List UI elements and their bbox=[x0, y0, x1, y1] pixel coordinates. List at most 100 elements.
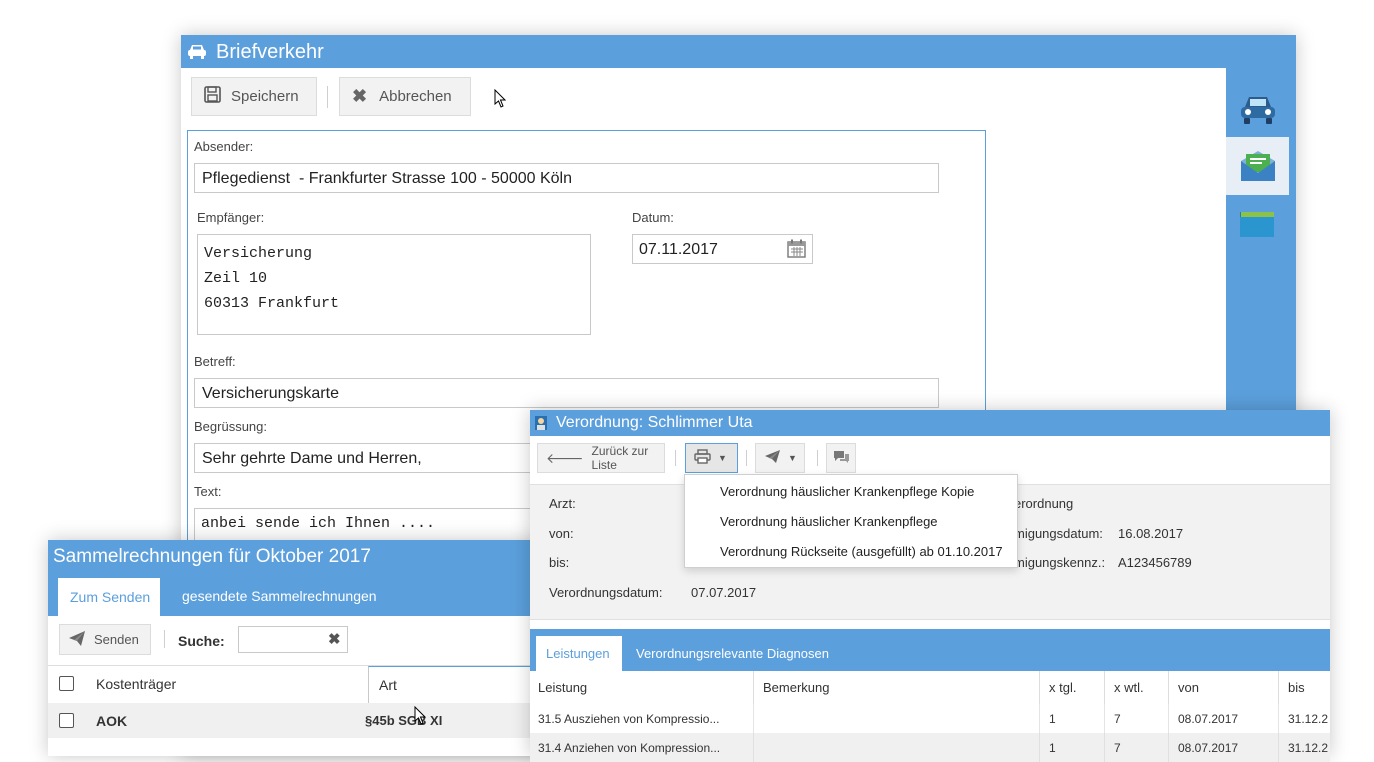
column-divider bbox=[753, 704, 754, 733]
briefverkehr-titlebar: Briefverkehr bbox=[181, 35, 1296, 68]
tab-zum-senden[interactable]: Zum Senden bbox=[58, 578, 160, 616]
sammelrechnungen-title: Sammelrechnungen für Oktober 2017 bbox=[53, 546, 371, 567]
print-dropdown-menu: Verordnung häuslicher Krankenpflege Kopi… bbox=[684, 474, 1018, 568]
menu-item-kopie[interactable]: Verordnung häuslicher Krankenpflege Kopi… bbox=[720, 484, 974, 499]
column-von[interactable]: von bbox=[1178, 680, 1199, 695]
leistungen-table-header: Leistung Bemerkung x tgl. x wtl. von bis bbox=[530, 671, 1330, 705]
tab-gesendete[interactable]: gesendete Sammelrechnungen bbox=[182, 588, 377, 604]
sammelrechnungen-window: Sammelrechnungen für Oktober 2017 Zum Se… bbox=[48, 540, 548, 756]
absender-label: Absender: bbox=[194, 139, 254, 154]
table-row[interactable]: 31.5 Ausziehen von Kompressio... 1 7 08.… bbox=[530, 704, 1330, 734]
sidebar-car-button[interactable] bbox=[1226, 78, 1289, 136]
column-wtl[interactable]: x wtl. bbox=[1114, 680, 1144, 695]
betreff-label: Betreff: bbox=[194, 354, 236, 369]
column-bis[interactable]: bis bbox=[1288, 680, 1305, 695]
paper-plane-icon bbox=[764, 449, 781, 468]
calendar-icon[interactable] bbox=[787, 239, 806, 263]
menu-item-krankenpflege[interactable]: Verordnung häuslicher Krankenpflege bbox=[720, 514, 938, 529]
column-divider bbox=[1168, 671, 1169, 704]
table-header: Kostenträger Art bbox=[48, 665, 548, 704]
car-icon bbox=[187, 43, 207, 65]
clear-search-icon[interactable]: ✖ bbox=[328, 630, 341, 648]
toolbar-divider bbox=[164, 630, 165, 648]
von-label: von: bbox=[549, 526, 574, 541]
email-open-icon bbox=[1239, 149, 1277, 188]
genehmigungsdatum-label: migungsdatum: bbox=[1014, 526, 1103, 541]
row-wtl: 7 bbox=[1114, 712, 1121, 726]
tab-leistungen-label: Leistungen bbox=[546, 646, 610, 661]
empfaenger-label: Empfänger: bbox=[197, 210, 265, 225]
comments-icon bbox=[833, 449, 850, 468]
cancel-label: Abbrechen bbox=[379, 88, 452, 105]
save-icon bbox=[204, 86, 221, 107]
search-label: Suche: bbox=[178, 633, 225, 649]
absender-value: Pflegedienst - Frankfurter Strasse 100 -… bbox=[202, 170, 572, 187]
paper-plane-icon bbox=[68, 630, 86, 650]
datum-field[interactable]: 07.11.2017 bbox=[632, 234, 813, 264]
empfaenger-textarea[interactable]: Versicherung Zeil 10 60313 Frankfurt bbox=[197, 234, 591, 335]
print-icon bbox=[694, 448, 711, 468]
row-von: 08.07.2017 bbox=[1178, 712, 1239, 726]
text-label: Text: bbox=[194, 484, 222, 499]
table-row[interactable]: AOK §45b SGB XI bbox=[48, 703, 548, 738]
absender-field[interactable]: Pflegedienst - Frankfurter Strasse 100 -… bbox=[194, 163, 939, 193]
comments-button[interactable] bbox=[826, 443, 856, 473]
column-art[interactable]: Art bbox=[368, 666, 548, 703]
column-tgl[interactable]: x tgl. bbox=[1049, 680, 1076, 695]
select-all-checkbox[interactable] bbox=[59, 676, 74, 691]
column-bemerkung[interactable]: Bemerkung bbox=[763, 680, 829, 695]
row-bis: 31.12.2 bbox=[1288, 741, 1329, 755]
column-divider bbox=[1168, 704, 1169, 733]
back-to-list-label: Zurück zur Liste bbox=[591, 444, 649, 472]
column-divider bbox=[1104, 733, 1105, 762]
sidebar-email-button[interactable] bbox=[1226, 137, 1289, 195]
tab-leistungen[interactable]: Leistungen bbox=[536, 636, 622, 671]
toolbar-divider bbox=[675, 450, 676, 466]
sammelrechnungen-header: Sammelrechnungen für Oktober 2017 Zum Se… bbox=[48, 540, 548, 616]
column-divider bbox=[1278, 671, 1279, 704]
toolbar-divider bbox=[817, 450, 818, 466]
sidebar-folder-button[interactable] bbox=[1226, 196, 1289, 254]
row-art: §45b SGB XI bbox=[365, 713, 443, 728]
column-divider bbox=[1278, 704, 1279, 733]
verordnungsdatum-value: 07.07.2017 bbox=[691, 585, 757, 600]
print-dropdown-button[interactable]: ▼ bbox=[685, 443, 738, 473]
mouse-cursor bbox=[494, 88, 507, 113]
column-divider bbox=[1039, 704, 1040, 733]
column-divider bbox=[753, 733, 754, 762]
column-divider bbox=[1039, 733, 1040, 762]
row-checkbox[interactable] bbox=[59, 713, 74, 728]
search-input[interactable]: ✖ bbox=[238, 626, 348, 653]
betreff-field[interactable]: Versicherungskarte bbox=[194, 378, 939, 408]
column-leistung[interactable]: Leistung bbox=[538, 680, 587, 695]
empfaenger-line: Zeil 10 bbox=[204, 270, 268, 287]
verordnung-titlebar: Verordnung: Schlimmer Uta bbox=[530, 410, 1330, 436]
person-icon bbox=[533, 414, 549, 437]
menu-item-rueckseite[interactable]: Verordnung Rückseite (ausgefüllt) ab 01.… bbox=[720, 544, 1003, 559]
verordnung-title: Verordnung: Schlimmer Uta bbox=[556, 414, 753, 431]
briefverkehr-title: Briefverkehr bbox=[216, 41, 324, 63]
table-row[interactable]: 31.4 Anziehen von Kompression... 1 7 08.… bbox=[530, 733, 1330, 762]
empfaenger-line: 60313 Frankfurt bbox=[204, 295, 340, 312]
save-button[interactable]: Speichern bbox=[191, 77, 317, 116]
tab-zum-senden-label: Zum Senden bbox=[70, 589, 151, 605]
row-wtl: 7 bbox=[1114, 741, 1121, 755]
row-kostentraeger: AOK bbox=[96, 713, 128, 729]
column-art-label: Art bbox=[379, 677, 397, 693]
close-icon: ✖ bbox=[352, 86, 368, 106]
betreff-value: Versicherungskarte bbox=[202, 385, 339, 402]
bis-label: bis: bbox=[549, 555, 570, 570]
column-divider bbox=[1104, 704, 1105, 733]
cancel-button[interactable]: ✖ Abbrechen bbox=[339, 77, 471, 116]
chevron-down-icon: ▼ bbox=[788, 453, 797, 463]
send-button[interactable]: Senden bbox=[59, 624, 151, 655]
send-dropdown-button[interactable]: ▼ bbox=[755, 443, 805, 473]
tab-diagnosen[interactable]: Verordnungsrelevante Diagnosen bbox=[636, 646, 829, 661]
back-to-list-button[interactable]: 🡐 Zurück zur Liste bbox=[537, 443, 665, 473]
verordnungsdatum-label: Verordnungsdatum: bbox=[549, 585, 663, 600]
column-divider bbox=[1104, 671, 1105, 704]
column-kostentraeger[interactable]: Kostenträger bbox=[96, 676, 176, 692]
column-divider bbox=[1168, 733, 1169, 762]
verordnung-tabs: Leistungen Verordnungsrelevante Diagnose… bbox=[530, 629, 1330, 671]
row-tgl: 1 bbox=[1049, 741, 1056, 755]
